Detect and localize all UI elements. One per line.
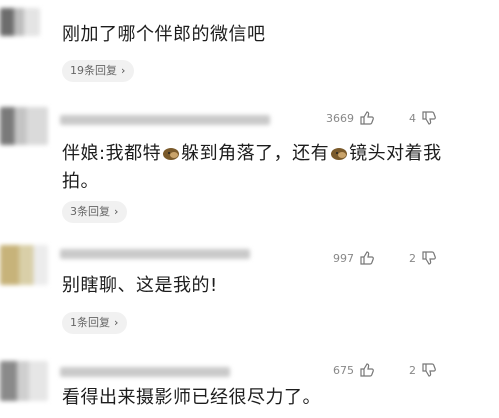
like-count: 675 [333, 363, 354, 377]
chevron-right-icon: › [114, 316, 119, 329]
username-blurred [60, 249, 250, 259]
thumbs-up-icon[interactable] [359, 110, 375, 126]
comment-text: 伴娘:我都特 躲到角落了，还有 镜头对着我拍。 [62, 142, 442, 192]
username-blurred [60, 367, 230, 377]
thumbs-down-icon[interactable] [421, 110, 437, 126]
avatar[interactable] [0, 107, 48, 145]
comment-item: 675 2 看得出来摄影师已经很尽力了。 [0, 355, 499, 418]
replies-count-label: 1条回复 [70, 316, 110, 329]
like-count: 3669 [326, 111, 354, 125]
username-blurred [60, 115, 270, 125]
comment-text: 别瞎聊、这是我的! [62, 275, 218, 296]
thumbs-up-icon[interactable] [359, 250, 375, 266]
thumbs-down-icon[interactable] [421, 362, 437, 378]
dog-face-emoji [330, 142, 348, 160]
comment-text: 看得出来摄影师已经很尽力了。 [62, 387, 321, 408]
comment-item: 997 2 别瞎聊、这是我的! 1条回复 › [0, 235, 499, 355]
dislike-count: 2 [409, 251, 416, 265]
comment-item: 刚加了哪个伴郎的微信吧 19条回复 › [0, 0, 499, 95]
replies-button[interactable]: 3条回复 › [62, 201, 128, 223]
dog-face-emoji [162, 142, 180, 160]
like-count: 997 [333, 251, 354, 265]
avatar[interactable] [0, 245, 48, 285]
thumbs-up-icon[interactable] [359, 362, 375, 378]
replies-button[interactable]: 19条回复 › [62, 60, 135, 82]
replies-count-label: 19条回复 [70, 64, 117, 77]
chevron-right-icon: › [114, 205, 119, 218]
comment-stats: 3669 4 [326, 110, 437, 126]
avatar[interactable] [0, 8, 40, 36]
dislike-count: 2 [409, 363, 416, 377]
dislike-count: 4 [409, 111, 416, 125]
comment-item: 3669 4 伴娘:我都特 躲到角落了，还有 镜头对着我拍。 3条回复 › [0, 95, 499, 235]
comment-stats: 675 2 [333, 362, 437, 378]
comment-stats: 997 2 [333, 250, 437, 266]
comment-text: 刚加了哪个伴郎的微信吧 [62, 24, 266, 45]
replies-count-label: 3条回复 [70, 205, 110, 218]
avatar[interactable] [0, 361, 48, 401]
replies-button[interactable]: 1条回复 › [62, 312, 128, 334]
thumbs-down-icon[interactable] [421, 250, 437, 266]
chevron-right-icon: › [121, 64, 126, 77]
